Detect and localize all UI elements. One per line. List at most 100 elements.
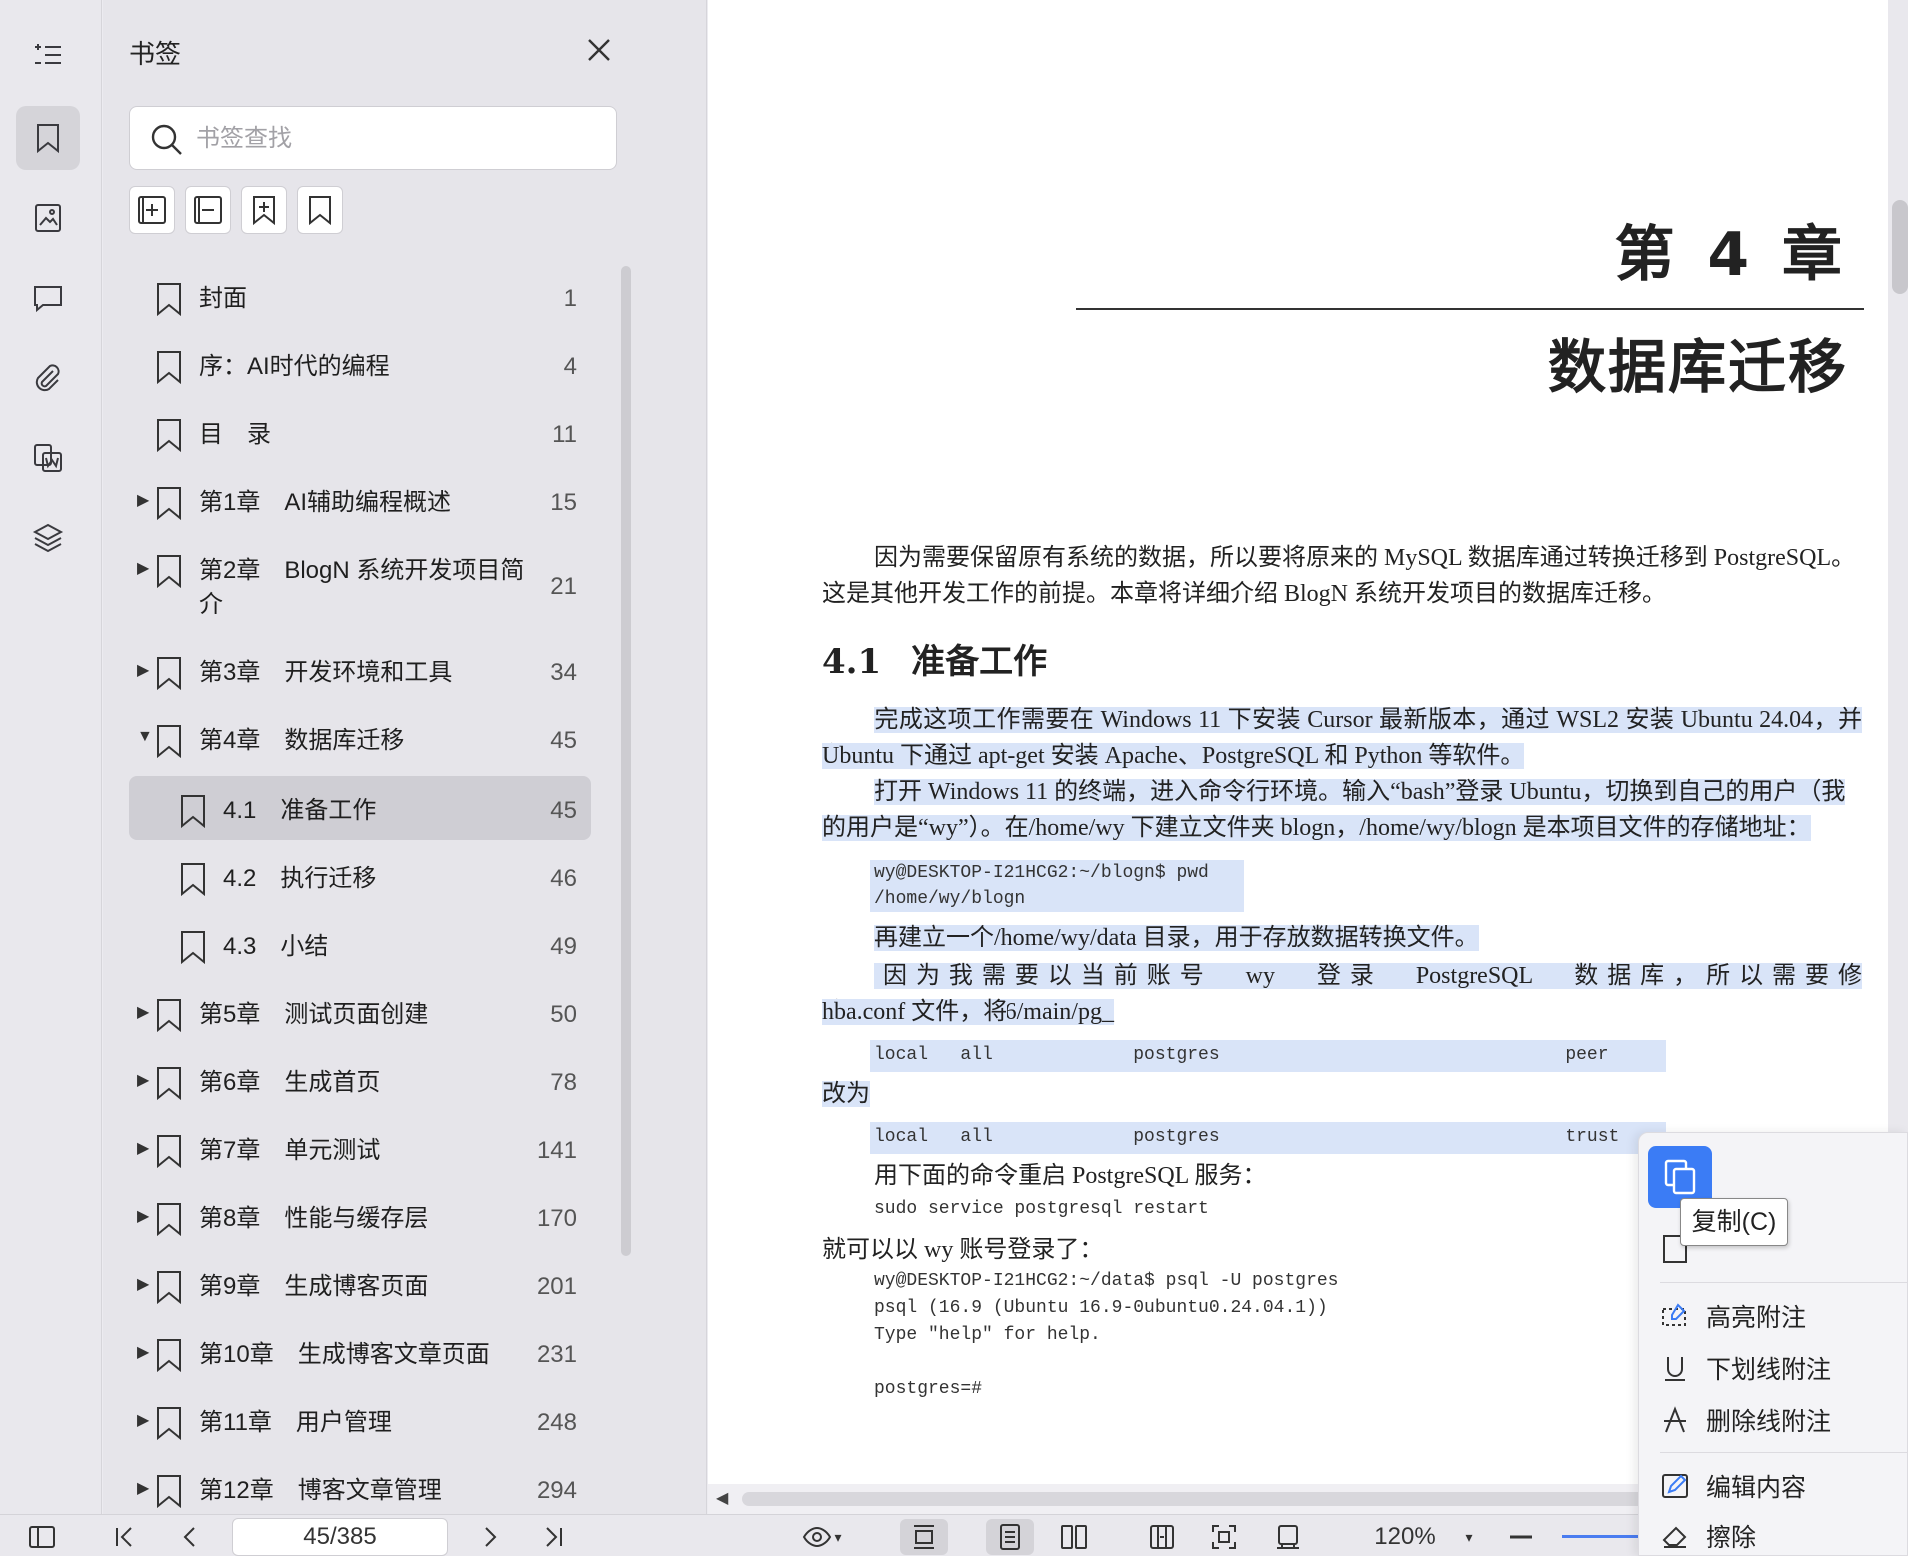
zoom-level[interactable]: 120% bbox=[1360, 1519, 1450, 1555]
bookmark-item[interactable]: ▶ 第10章 生成博客文章页面 231 bbox=[129, 1320, 591, 1384]
expand-arrow-icon[interactable]: ▶ bbox=[137, 1206, 149, 1226]
strikethrough-annotation-item[interactable]: 删除线附注 bbox=[1660, 1400, 1831, 1440]
collapse-arrow-icon[interactable]: ▼ bbox=[137, 728, 153, 746]
zoom-dropdown-icon[interactable]: ▾ bbox=[1456, 1519, 1482, 1555]
expand-arrow-icon[interactable]: ▶ bbox=[137, 1274, 149, 1294]
highlight-icon bbox=[1662, 1303, 1686, 1326]
bookmark-item[interactable]: ▶ 第8章 性能与缓存层 170 bbox=[129, 1184, 591, 1248]
convert-icon[interactable] bbox=[16, 426, 80, 490]
eraser-icon bbox=[1662, 1526, 1687, 1548]
zoom-slider[interactable] bbox=[1562, 1535, 1642, 1538]
expand-all-button[interactable] bbox=[129, 186, 175, 234]
bookmark-label: 第11章 用户管理 bbox=[199, 1409, 392, 1436]
bookmark-item[interactable]: 序：AI时代的编程 4 bbox=[129, 332, 591, 396]
intro-paragraph: 因为需要保留原有系统的数据，所以要将原来的 MySQL 数据库通过转换迁移到 P… bbox=[874, 545, 1856, 571]
bookmark-item[interactable]: ▶ 第11章 用户管理 248 bbox=[129, 1388, 591, 1452]
erase-item[interactable]: 擦除 bbox=[1660, 1516, 1756, 1556]
expand-arrow-icon[interactable]: ▶ bbox=[137, 1070, 149, 1090]
bookmark-item[interactable]: ▶ 第6章 生成首页 78 bbox=[129, 1048, 591, 1112]
single-page-icon[interactable] bbox=[986, 1519, 1034, 1555]
edit-icon bbox=[1662, 1474, 1688, 1498]
first-page-icon[interactable] bbox=[104, 1519, 144, 1555]
bookmark-label: 4.2 执行迁移 bbox=[223, 865, 377, 892]
zoom-out-icon[interactable] bbox=[1506, 1519, 1536, 1555]
comment-icon[interactable] bbox=[16, 266, 80, 330]
search-input[interactable] bbox=[196, 117, 596, 161]
expand-arrow-icon[interactable]: ▶ bbox=[137, 1410, 149, 1430]
two-page-icon[interactable] bbox=[1050, 1519, 1098, 1555]
next-page-icon[interactable] bbox=[470, 1519, 510, 1555]
bookmark-icon bbox=[155, 486, 183, 521]
bookmark-icon bbox=[155, 1338, 183, 1373]
code-line: local all postgres peer bbox=[874, 1045, 1609, 1065]
fit-height-icon[interactable] bbox=[900, 1519, 948, 1555]
expand-arrow-icon[interactable]: ▶ bbox=[137, 1002, 149, 1022]
bookmark-item[interactable]: 封面 1 bbox=[129, 264, 591, 328]
bookmark-icon bbox=[179, 794, 207, 829]
bookmark-label: 第6章 生成首页 bbox=[199, 1069, 381, 1096]
bookmark-page: 231 bbox=[536, 1341, 577, 1368]
bookmark-search[interactable] bbox=[129, 106, 617, 170]
bookmark-item[interactable]: ▶ 第9章 生成博客页面 201 bbox=[129, 1252, 591, 1316]
bookmark-label: 第1章 AI辅助编程概述 bbox=[199, 489, 452, 516]
bookmark-item[interactable]: ▶ 第5章 测试页面创建 50 bbox=[129, 980, 591, 1044]
outline-toggle-icon[interactable] bbox=[16, 24, 80, 88]
bookmark-icon bbox=[155, 282, 183, 317]
delete-bookmark-button[interactable] bbox=[297, 186, 343, 234]
last-page-icon[interactable] bbox=[534, 1519, 574, 1555]
expand-arrow-icon[interactable]: ▶ bbox=[137, 558, 149, 578]
bookmark-icon bbox=[155, 1270, 183, 1305]
expand-arrow-icon[interactable]: ▶ bbox=[137, 1342, 149, 1362]
thumbnail-icon[interactable] bbox=[16, 186, 80, 250]
bookmark-page: 170 bbox=[536, 1205, 577, 1232]
edit-content-item[interactable]: 编辑内容 bbox=[1660, 1466, 1806, 1506]
expand-arrow-icon[interactable]: ▶ bbox=[137, 660, 149, 680]
bookmark-item[interactable]: ▶ 第1章 AI辅助编程概述 15 bbox=[129, 468, 591, 532]
bookmark-page: 15 bbox=[550, 489, 577, 516]
bookmark-item[interactable]: ▶ 第3章 开发环境和工具 34 bbox=[129, 638, 591, 702]
page-number-input[interactable]: 45/385 bbox=[232, 1518, 448, 1556]
bookmark-label: 第10章 生成博客文章页面 bbox=[199, 1341, 490, 1368]
bookmark-page: 34 bbox=[550, 659, 577, 686]
bookmark-page: 11 bbox=[552, 421, 577, 448]
chapter-divider bbox=[1076, 308, 1864, 310]
scroll-left-arrow-icon[interactable]: ◀ bbox=[716, 1488, 728, 1508]
bookmark-item[interactable]: 4.3 小结 49 bbox=[129, 912, 591, 976]
close-icon[interactable] bbox=[579, 30, 619, 70]
vertical-scrollbar[interactable] bbox=[1892, 200, 1908, 294]
bookmark-label: 第8章 性能与缓存层 bbox=[199, 1205, 429, 1232]
bookmark-item[interactable]: 4.2 执行迁移 46 bbox=[129, 844, 591, 908]
bookmark-item[interactable]: ▼ 第4章 数据库迁移 45 bbox=[129, 706, 591, 770]
attachment-icon[interactable] bbox=[16, 346, 80, 410]
previous-page-icon[interactable] bbox=[170, 1519, 210, 1555]
view-mode-eye-icon[interactable]: ▾ bbox=[792, 1519, 852, 1555]
bookmark-icon bbox=[155, 1066, 183, 1101]
expand-arrow-icon[interactable]: ▶ bbox=[137, 1138, 149, 1158]
highlight-annotation-item[interactable]: 高亮附注 bbox=[1660, 1296, 1806, 1336]
bookmark-label: 封面 bbox=[199, 285, 247, 312]
underline-annotation-item[interactable]: 下划线附注 bbox=[1660, 1348, 1831, 1388]
code-line: sudo service postgresql restart bbox=[874, 1199, 1209, 1219]
bookmark-item-selected[interactable]: 4.1 准备工作 45 bbox=[129, 776, 591, 840]
bookmark-page: 248 bbox=[536, 1409, 577, 1436]
expand-arrow-icon[interactable]: ▶ bbox=[137, 490, 149, 510]
bookmark-item[interactable]: ▶ 第2章 BlogN 系统开发项目简介 21 bbox=[129, 536, 591, 636]
paragraph-2: 打开 Windows 11 的终端，进入命令行环境。输入“bash”登录 Ubu… bbox=[874, 779, 1846, 805]
fit-width-icon[interactable] bbox=[1138, 1519, 1186, 1555]
bookmark-panel-icon[interactable] bbox=[16, 106, 80, 170]
fit-page-icon[interactable] bbox=[1200, 1519, 1248, 1555]
underline-icon bbox=[1665, 1357, 1685, 1381]
code-line: wy@DESKTOP-I21HCG2:~/blogn$ pwd bbox=[874, 863, 1209, 883]
collapse-all-button[interactable] bbox=[185, 186, 231, 234]
bookmark-panel: 书签 封面 1 序：AI时代的编程 4 目 录 11 ▶ 第1章 AI辅助编程概… bbox=[103, 0, 707, 1514]
panel-scrollbar[interactable] bbox=[621, 266, 631, 1256]
bookmark-item[interactable]: 目 录 11 bbox=[129, 400, 591, 464]
bookmark-label: 第7章 单元测试 bbox=[199, 1137, 381, 1164]
actual-size-icon[interactable] bbox=[1264, 1519, 1312, 1555]
sidebar-toggle-icon[interactable] bbox=[22, 1519, 62, 1555]
layers-icon[interactable] bbox=[16, 506, 80, 570]
add-bookmark-button[interactable] bbox=[241, 186, 287, 234]
bookmark-item[interactable]: ▶ 第7章 单元测试 141 bbox=[129, 1116, 591, 1180]
bookmark-item[interactable]: ▶ 第12章 博客文章管理 294 bbox=[129, 1456, 591, 1514]
expand-arrow-icon[interactable]: ▶ bbox=[137, 1478, 149, 1498]
